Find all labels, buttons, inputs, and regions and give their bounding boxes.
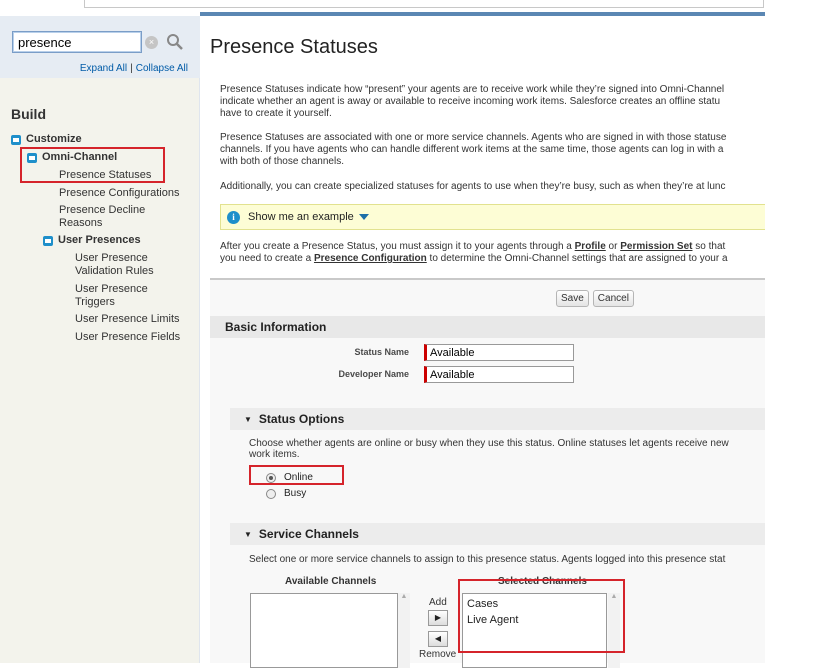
assign-text-4: to determine the Omni-Channel settings t…: [426, 253, 728, 264]
page-title: Presence Statuses: [210, 36, 378, 58]
basic-information-heading: Basic Information: [210, 316, 765, 338]
quick-find-area: × Expand All|Collapse All: [0, 16, 200, 78]
section-caret-icon[interactable]: ▼: [244, 415, 252, 424]
show-example-label[interactable]: Show me an example: [248, 211, 354, 223]
info-icon: i: [227, 210, 240, 224]
service-channels-title: Service Channels: [258, 527, 359, 541]
tree-item-label: User Presence Validation Rules: [75, 252, 154, 277]
selected-channels-highlight: [458, 579, 625, 653]
expand-collapse-links: Expand All | Collapse All: [80, 63, 188, 74]
tree-item-label: Customize: [26, 133, 82, 145]
add-arrow-button[interactable]: ▶: [428, 610, 448, 626]
expand-triangle-icon[interactable]: [358, 214, 369, 220]
developer-name-input[interactable]: [424, 366, 574, 383]
address-bar[interactable]: [84, 0, 764, 8]
assign-text-3: you need to create a: [220, 253, 314, 264]
permission-set-link[interactable]: Permission Set: [620, 241, 692, 252]
collapse-toggle-icon[interactable]: [11, 135, 21, 145]
status-options-title: Status Options: [258, 412, 345, 426]
online-highlight: [249, 465, 344, 485]
tree-item-label: User Presences: [58, 234, 141, 246]
tree-item-limits[interactable]: User Presence Limits: [75, 313, 180, 325]
main-content: Presence Statuses Presence Statuses indi…: [210, 16, 765, 668]
tree-item-fields[interactable]: User Presence Fields: [75, 331, 180, 343]
save-button[interactable]: Save: [556, 290, 589, 307]
tree-item-label: User Presence Fields: [75, 331, 181, 343]
available-channels-label: Available Channels: [285, 576, 377, 587]
clear-search-icon[interactable]: ×: [145, 36, 158, 49]
cancel-button[interactable]: Cancel: [592, 290, 634, 307]
status-options-heading[interactable]: ▼ Status Options: [230, 408, 765, 430]
intro-paragraph: Presence Statuses indicate how “present”…: [220, 84, 725, 119]
available-channels-list[interactable]: [250, 593, 398, 668]
remove-arrow-button[interactable]: ◀: [428, 631, 448, 647]
service-channels-description: Select one or more service channels to a…: [249, 554, 726, 565]
tree-item-validation-rules[interactable]: User Presence Validation Rules: [75, 252, 165, 278]
assign-text: After you create a Presence Status, you …: [220, 241, 575, 252]
developer-name-label: Developer Name: [338, 369, 409, 379]
show-example-bar[interactable]: i Show me an example: [220, 204, 765, 230]
tree-item-presence-decline-reasons[interactable]: Presence Decline Reasons: [59, 204, 159, 230]
tree-item-label: Presence Configurations: [59, 187, 180, 199]
assign-paragraph: After you create a Presence Status, you …: [220, 241, 765, 267]
search-icon[interactable]: [165, 32, 185, 52]
collapse-all-link[interactable]: Collapse All: [136, 63, 188, 74]
setup-sidebar: × Expand All|Collapse All Build Customiz…: [0, 16, 200, 663]
tree-item-customize[interactable]: Customize: [11, 133, 82, 145]
status-name-label: Status Name: [354, 347, 409, 357]
busy-radio[interactable]: [266, 488, 276, 499]
collapse-toggle-icon[interactable]: [43, 236, 53, 246]
busy-option[interactable]: Busy: [266, 488, 306, 499]
remove-label: Remove: [419, 649, 457, 660]
assign-text-2: so that: [692, 241, 726, 252]
section-caret-icon[interactable]: ▼: [244, 530, 252, 539]
tree-item-presence-configurations[interactable]: Presence Configurations: [59, 187, 179, 199]
available-scrollbar[interactable]: ▲: [398, 593, 410, 668]
channels-paragraph: Presence Statuses are associated with on…: [220, 132, 727, 167]
assign-or: or: [605, 241, 621, 252]
profile-link[interactable]: Profile: [575, 241, 606, 252]
tree-item-triggers[interactable]: User Presence Triggers: [75, 283, 155, 309]
build-heading: Build: [11, 106, 46, 122]
quick-find-input[interactable]: [12, 31, 142, 53]
tree-item-user-presences[interactable]: User Presences: [43, 234, 141, 246]
expand-all-link[interactable]: Expand All: [80, 63, 127, 74]
form-button-row: Save Cancel: [556, 290, 634, 307]
busy-label: Busy: [284, 488, 307, 499]
tree-item-label: Presence Decline Reasons: [59, 204, 146, 229]
service-channels-heading[interactable]: ▼ Service Channels: [230, 523, 765, 545]
status-name-input[interactable]: [424, 344, 574, 361]
status-options-description: Choose whether agents are online or busy…: [249, 438, 729, 460]
presence-configuration-link[interactable]: Presence Configuration: [314, 253, 427, 264]
tree-item-label: User Presence Triggers: [75, 283, 148, 308]
add-label: Add: [429, 597, 447, 608]
browser-top-bar: [0, 0, 765, 16]
tree-item-label: User Presence Limits: [75, 313, 180, 325]
link-separator: |: [130, 63, 133, 74]
specialized-paragraph: Additionally, you can create specialized…: [220, 181, 726, 192]
omni-channel-highlight: [20, 147, 165, 183]
